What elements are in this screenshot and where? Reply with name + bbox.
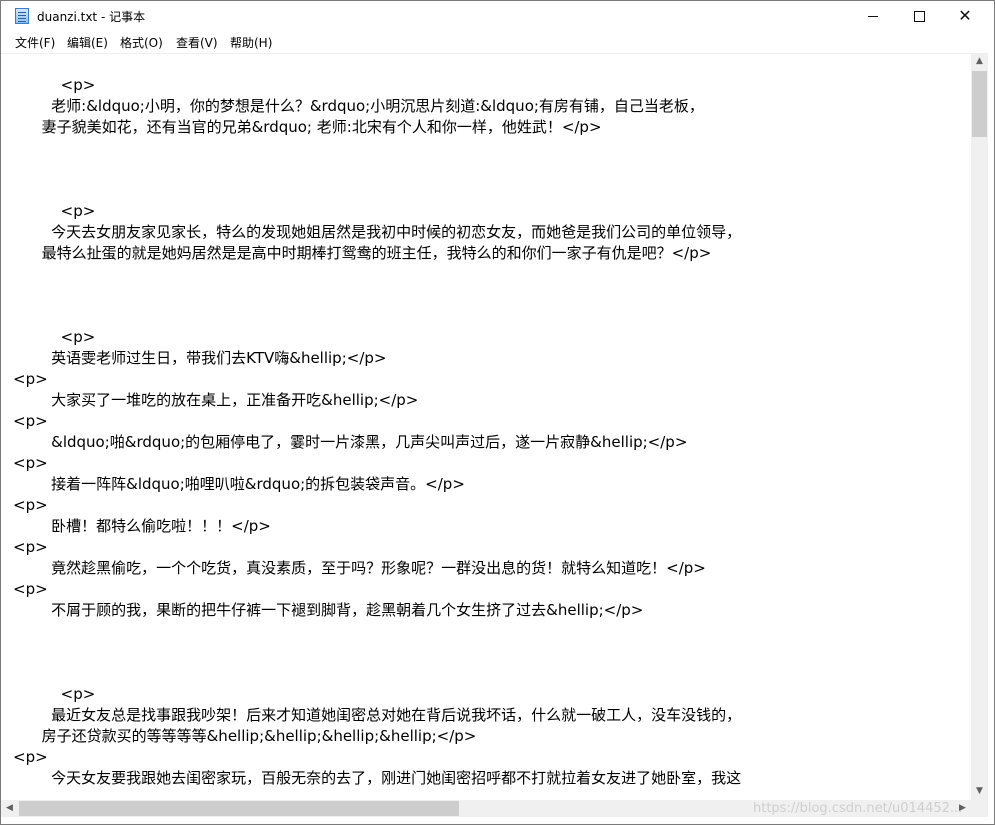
menu-edit[interactable]: 编辑(E) xyxy=(67,34,108,51)
close-icon: ✕ xyxy=(958,6,972,25)
text-line: <p> xyxy=(13,496,48,514)
scroll-left-icon[interactable]: ◀ xyxy=(1,800,18,817)
scroll-up-icon[interactable]: ▲ xyxy=(971,53,988,70)
menu-file[interactable]: 文件(F) xyxy=(15,34,55,51)
window-title: duanzi.txt - 记事本 xyxy=(37,10,146,24)
text-line: <p> xyxy=(13,454,48,472)
maximize-button[interactable] xyxy=(896,1,942,31)
text-editor[interactable]: <p> 老师:&ldquo;小明，你的梦想是什么？&rdquo;小明沉思片刻道:… xyxy=(1,53,971,801)
text-line: 卧槽！都特么偷吃啦！！！</p> xyxy=(13,517,271,535)
scroll-down-icon[interactable]: ▼ xyxy=(971,783,988,800)
notepad-icon xyxy=(15,8,29,24)
text-line: <p> xyxy=(13,412,48,430)
text-line: &ldquo;啪&rdquo;的包厢停电了，霎时一片漆黑，几声尖叫声过后，遂一片… xyxy=(13,433,688,451)
menu-format[interactable]: 格式(O) xyxy=(120,34,163,51)
text-line: 老师:&ldquo;小明，你的梦想是什么？&rdquo;小明沉思片刻道:&ldq… xyxy=(13,97,704,115)
notepad-window: duanzi.txt - 记事本 ✕ 文件(F) 编辑(E) 格式(O) 查看(… xyxy=(0,0,995,825)
text-line: <p> xyxy=(13,748,48,766)
text-line: <p> xyxy=(13,202,96,220)
text-line: 最近女友总是找事跟我吵架！后来才知道她闺密总对她在背后说我坏话，什么就一破工人，… xyxy=(13,706,742,724)
horizontal-scroll-thumb[interactable] xyxy=(19,801,459,816)
text-line: 妻子貌美如花，还有当官的兄弟&rdquo; 老师:北宋有个人和你一样，他姓武！<… xyxy=(13,118,602,136)
text-line: <p> xyxy=(13,538,48,556)
vertical-scroll-thumb[interactable] xyxy=(972,71,987,137)
title-bar[interactable]: duanzi.txt - 记事本 ✕ xyxy=(1,1,994,31)
text-line: <p> xyxy=(13,76,96,94)
menu-help[interactable]: 帮助(H) xyxy=(230,34,272,51)
text-line: 最特么扯蛋的就是她妈居然是是高中时期棒打鸳鸯的班主任，我特么的和你们一家子有仇是… xyxy=(13,244,712,262)
maximize-icon xyxy=(913,10,925,22)
menu-view[interactable]: 查看(V) xyxy=(176,34,218,51)
text-line: 今天去女朋友家见家长，特么的发现她姐居然是我初中时候的初恋女友，而她爸是我们公司… xyxy=(13,223,742,241)
text-line: 不屑于顾的我，果断的把牛仔裤一下褪到脚背，趁黑朝着几个女生挤了过去&hellip… xyxy=(13,601,644,619)
close-button[interactable]: ✕ xyxy=(942,1,988,31)
menu-bar: 文件(F) 编辑(E) 格式(O) 查看(V) 帮助(H) xyxy=(1,31,994,52)
minimize-icon xyxy=(868,15,878,17)
text-line: <p> xyxy=(13,328,96,346)
scrollbar-corner xyxy=(971,800,988,817)
text-line: 接着一阵阵&ldquo;啪哩叭啦&rdquo;的拆包装袋声音。</p> xyxy=(13,475,465,493)
text-line: <p> xyxy=(13,370,48,388)
text-line: <p> xyxy=(13,685,96,703)
text-line: 房子还贷款买的等等等等&hellip;&hellip;&hellip;&hell… xyxy=(13,727,477,745)
minimize-button[interactable] xyxy=(850,1,896,31)
watermark: https://blog.csdn.net/u014452... xyxy=(753,801,963,816)
text-line: 英语雯老师过生日，带我们去KTV嗨&hellip;</p> xyxy=(13,349,387,367)
text-line: <p> xyxy=(13,580,48,598)
text-line: 竟然趁黑偷吃，一个个吃货，真没素质，至于吗？形象呢？一群没出息的货！就特么知道吃… xyxy=(13,559,706,577)
text-line: 今天女友要我跟她去闺密家玩，百般无奈的去了，刚进门她闺密招呼都不打就拉着女友进了… xyxy=(13,769,742,787)
text-line: 大家买了一堆吃的放在桌上，正准备开吃&hellip;</p> xyxy=(13,391,419,409)
vertical-scrollbar[interactable]: ▲ ▼ xyxy=(971,53,988,800)
